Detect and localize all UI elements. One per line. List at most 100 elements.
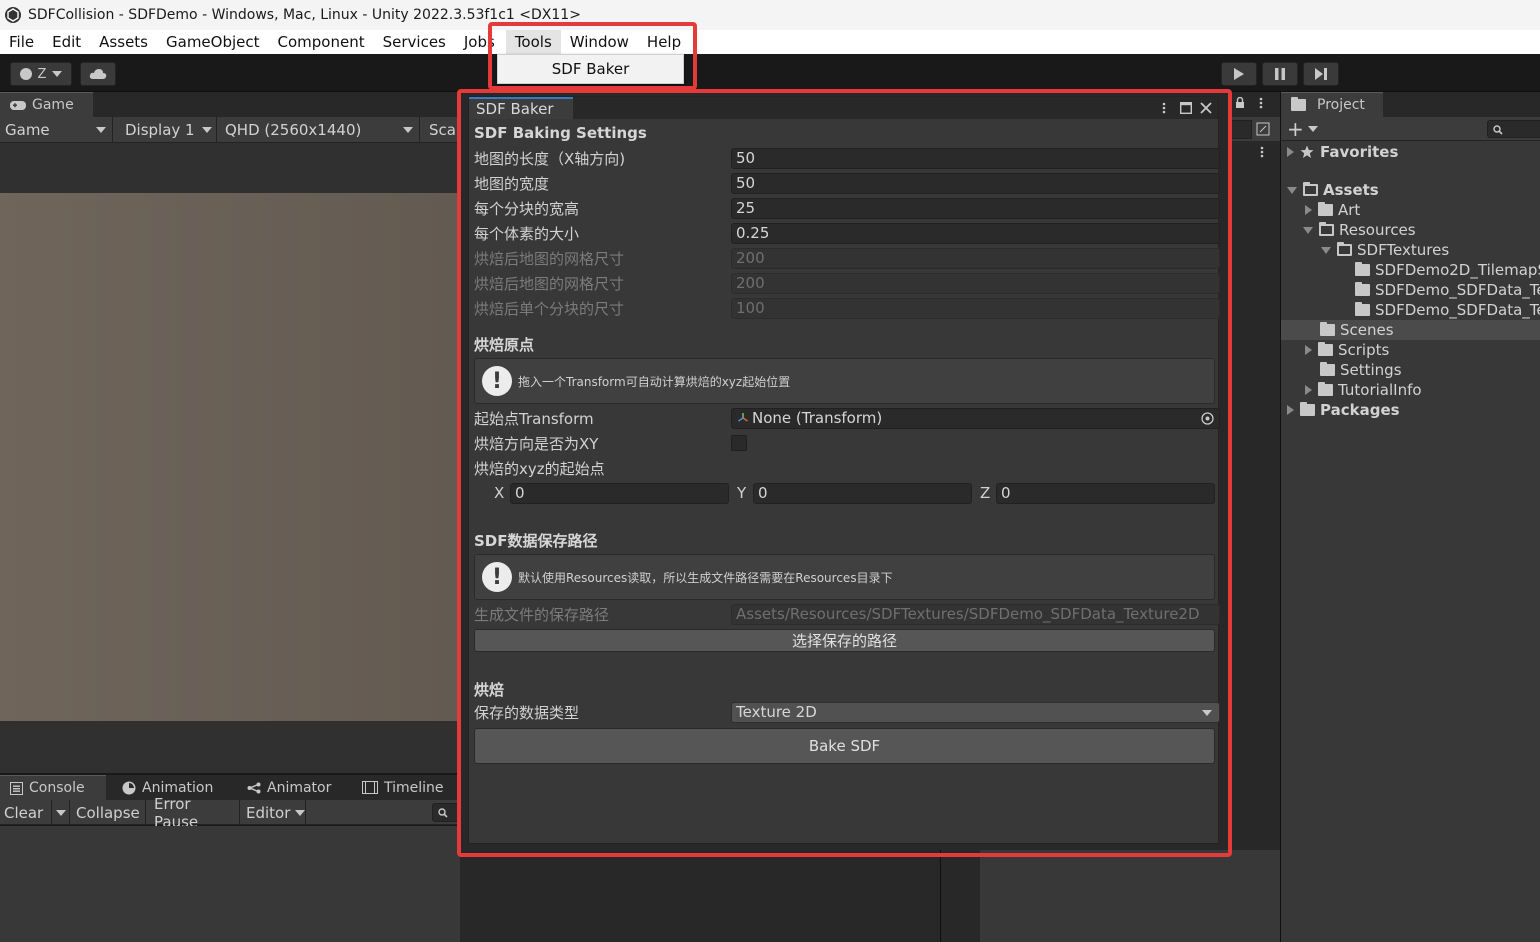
menu-gameobject[interactable]: GameObject bbox=[157, 30, 269, 54]
tab-timeline[interactable]: Timeline bbox=[352, 775, 454, 800]
tab-game-label: Game bbox=[32, 97, 74, 113]
folder-icon bbox=[1320, 322, 1335, 336]
gamepad-icon bbox=[10, 100, 26, 110]
play-icon bbox=[1234, 68, 1244, 80]
folder-open-icon bbox=[1337, 242, 1352, 256]
tree-sdfdemo2d-tilemap-label: SDFDemo2D_TilemapS bbox=[1375, 261, 1540, 279]
folder-icon bbox=[1318, 382, 1333, 396]
tree-tutorialinfo[interactable]: TutorialInfo bbox=[1305, 380, 1422, 400]
tree-scripts-label: Scripts bbox=[1338, 341, 1390, 359]
tree-art[interactable]: Art bbox=[1305, 200, 1360, 220]
folder-open-icon bbox=[1303, 182, 1318, 196]
game-view[interactable] bbox=[0, 193, 460, 721]
project-tabbar: Project bbox=[1280, 92, 1540, 117]
folder-icon bbox=[1318, 342, 1333, 356]
editor-dropdown[interactable]: Editor bbox=[242, 800, 306, 825]
folder-icon bbox=[1355, 282, 1370, 296]
cloud-icon bbox=[89, 69, 107, 79]
collapse-arrow-icon bbox=[1321, 246, 1331, 254]
pause-button[interactable] bbox=[1262, 62, 1298, 86]
tab-animator[interactable]: Animator bbox=[237, 775, 341, 800]
account-label: Z bbox=[37, 66, 47, 82]
expand-arrow-icon bbox=[1305, 385, 1312, 395]
hidden-panel-field bbox=[1230, 120, 1252, 139]
tree-sdftextures[interactable]: SDFTextures bbox=[1321, 240, 1449, 260]
unity-logo-icon bbox=[5, 7, 21, 23]
tree-scenes[interactable]: Scenes bbox=[1281, 320, 1540, 340]
console-search-input[interactable] bbox=[432, 803, 460, 822]
collapse-arrow-icon bbox=[1287, 186, 1297, 194]
collapse-arrow-icon bbox=[1303, 226, 1313, 234]
step-icon bbox=[1315, 68, 1327, 80]
chevron-down-icon bbox=[403, 127, 413, 133]
tab-game[interactable]: Game bbox=[0, 92, 93, 117]
clear-label: Clear bbox=[4, 803, 44, 822]
tree-sdfdemo-sdfdata-1-label: SDFDemo_SDFData_Te bbox=[1375, 281, 1540, 299]
tree-sdfdemo2d-tilemap[interactable]: SDFDemo2D_TilemapS bbox=[1355, 260, 1540, 280]
kebab-menu-icon[interactable] bbox=[1259, 97, 1263, 109]
pause-icon bbox=[1275, 68, 1285, 80]
step-button[interactable] bbox=[1303, 62, 1339, 86]
tree-sdfdemo-sdfdata-2-label: SDFDemo_SDFData_Te bbox=[1375, 301, 1540, 319]
menu-file[interactable]: File bbox=[0, 30, 43, 54]
title-bar: SDFCollision - SDFDemo - Windows, Mac, L… bbox=[0, 0, 1540, 30]
clear-options-dropdown[interactable] bbox=[52, 800, 70, 825]
menu-component[interactable]: Component bbox=[269, 30, 374, 54]
tree-packages-label: Packages bbox=[1320, 401, 1400, 419]
menu-assets[interactable]: Assets bbox=[90, 30, 157, 54]
clear-button[interactable]: Clear bbox=[0, 800, 52, 825]
folder-icon bbox=[1320, 362, 1335, 376]
search-icon bbox=[438, 808, 448, 818]
console-log-area[interactable] bbox=[0, 826, 460, 942]
play-button[interactable] bbox=[1221, 62, 1257, 86]
project-search-input[interactable] bbox=[1487, 120, 1540, 138]
tree-settings-label: Settings bbox=[1340, 361, 1402, 379]
menu-services[interactable]: Services bbox=[374, 30, 455, 54]
tree-settings[interactable]: Settings bbox=[1320, 360, 1402, 380]
error-pause-toggle[interactable]: Error Pause bbox=[150, 795, 240, 831]
display-label: Display 1 bbox=[125, 121, 195, 139]
tree-favorites[interactable]: Favorites bbox=[1287, 142, 1398, 162]
tree-scripts[interactable]: Scripts bbox=[1305, 340, 1389, 360]
tree-resources-label: Resources bbox=[1339, 221, 1416, 239]
highlight-box-menu bbox=[488, 22, 697, 90]
tree-sdfdemo-sdfdata-2[interactable]: SDFDemo_SDFData_Te bbox=[1355, 300, 1540, 320]
hidden-panel-tool-icon bbox=[1256, 122, 1270, 136]
lower-panel-content bbox=[980, 850, 1280, 942]
game-tabbar: Game bbox=[0, 92, 460, 117]
tree-tutorialinfo-label: TutorialInfo bbox=[1338, 381, 1422, 399]
game-mode-dropdown[interactable]: Game bbox=[5, 117, 113, 143]
resolution-label: QHD (2560x1440) bbox=[225, 121, 362, 139]
tree-sdfdemo-sdfdata-1[interactable]: SDFDemo_SDFData_Te bbox=[1355, 280, 1540, 300]
hidden-panel-menu[interactable] bbox=[1255, 145, 1271, 159]
expand-arrow-icon bbox=[1305, 205, 1312, 215]
tree-assets[interactable]: Assets bbox=[1287, 180, 1379, 200]
tree-packages[interactable]: Packages bbox=[1287, 400, 1400, 420]
tree-resources[interactable]: Resources bbox=[1303, 220, 1416, 240]
account-icon bbox=[19, 68, 32, 80]
chevron-down-icon bbox=[52, 71, 63, 77]
menu-bar: File Edit Assets GameObject Component Se… bbox=[0, 30, 1540, 54]
folder-open-icon bbox=[1319, 222, 1334, 236]
menu-edit[interactable]: Edit bbox=[43, 30, 90, 54]
cloud-button[interactable] bbox=[80, 62, 116, 86]
create-button[interactable]: + bbox=[1287, 117, 1319, 141]
display-dropdown[interactable]: Display 1 bbox=[125, 117, 217, 143]
star-icon bbox=[1300, 145, 1314, 158]
tab-project[interactable]: Project bbox=[1281, 92, 1383, 117]
collapse-label: Collapse bbox=[76, 803, 140, 822]
tree-art-label: Art bbox=[1338, 201, 1361, 219]
console-icon bbox=[10, 781, 23, 795]
hidden-panel-header-icons bbox=[1230, 96, 1270, 114]
game-controls: Game Display 1 QHD (2560x1440) Scale bbox=[0, 117, 469, 143]
window-title: SDFCollision - SDFDemo - Windows, Mac, L… bbox=[28, 7, 581, 23]
project-toolbar: + bbox=[1280, 117, 1540, 141]
console-toolbar: Clear Collapse Error Pause Editor bbox=[0, 795, 460, 831]
resolution-dropdown[interactable]: QHD (2560x1440) bbox=[225, 117, 420, 143]
lock-icon[interactable] bbox=[1235, 97, 1245, 109]
search-icon bbox=[1493, 125, 1503, 135]
tab-console[interactable]: Console bbox=[0, 775, 106, 800]
collapse-toggle[interactable]: Collapse bbox=[72, 800, 146, 825]
account-button[interactable]: Z bbox=[10, 62, 72, 86]
timeline-icon bbox=[362, 781, 378, 794]
